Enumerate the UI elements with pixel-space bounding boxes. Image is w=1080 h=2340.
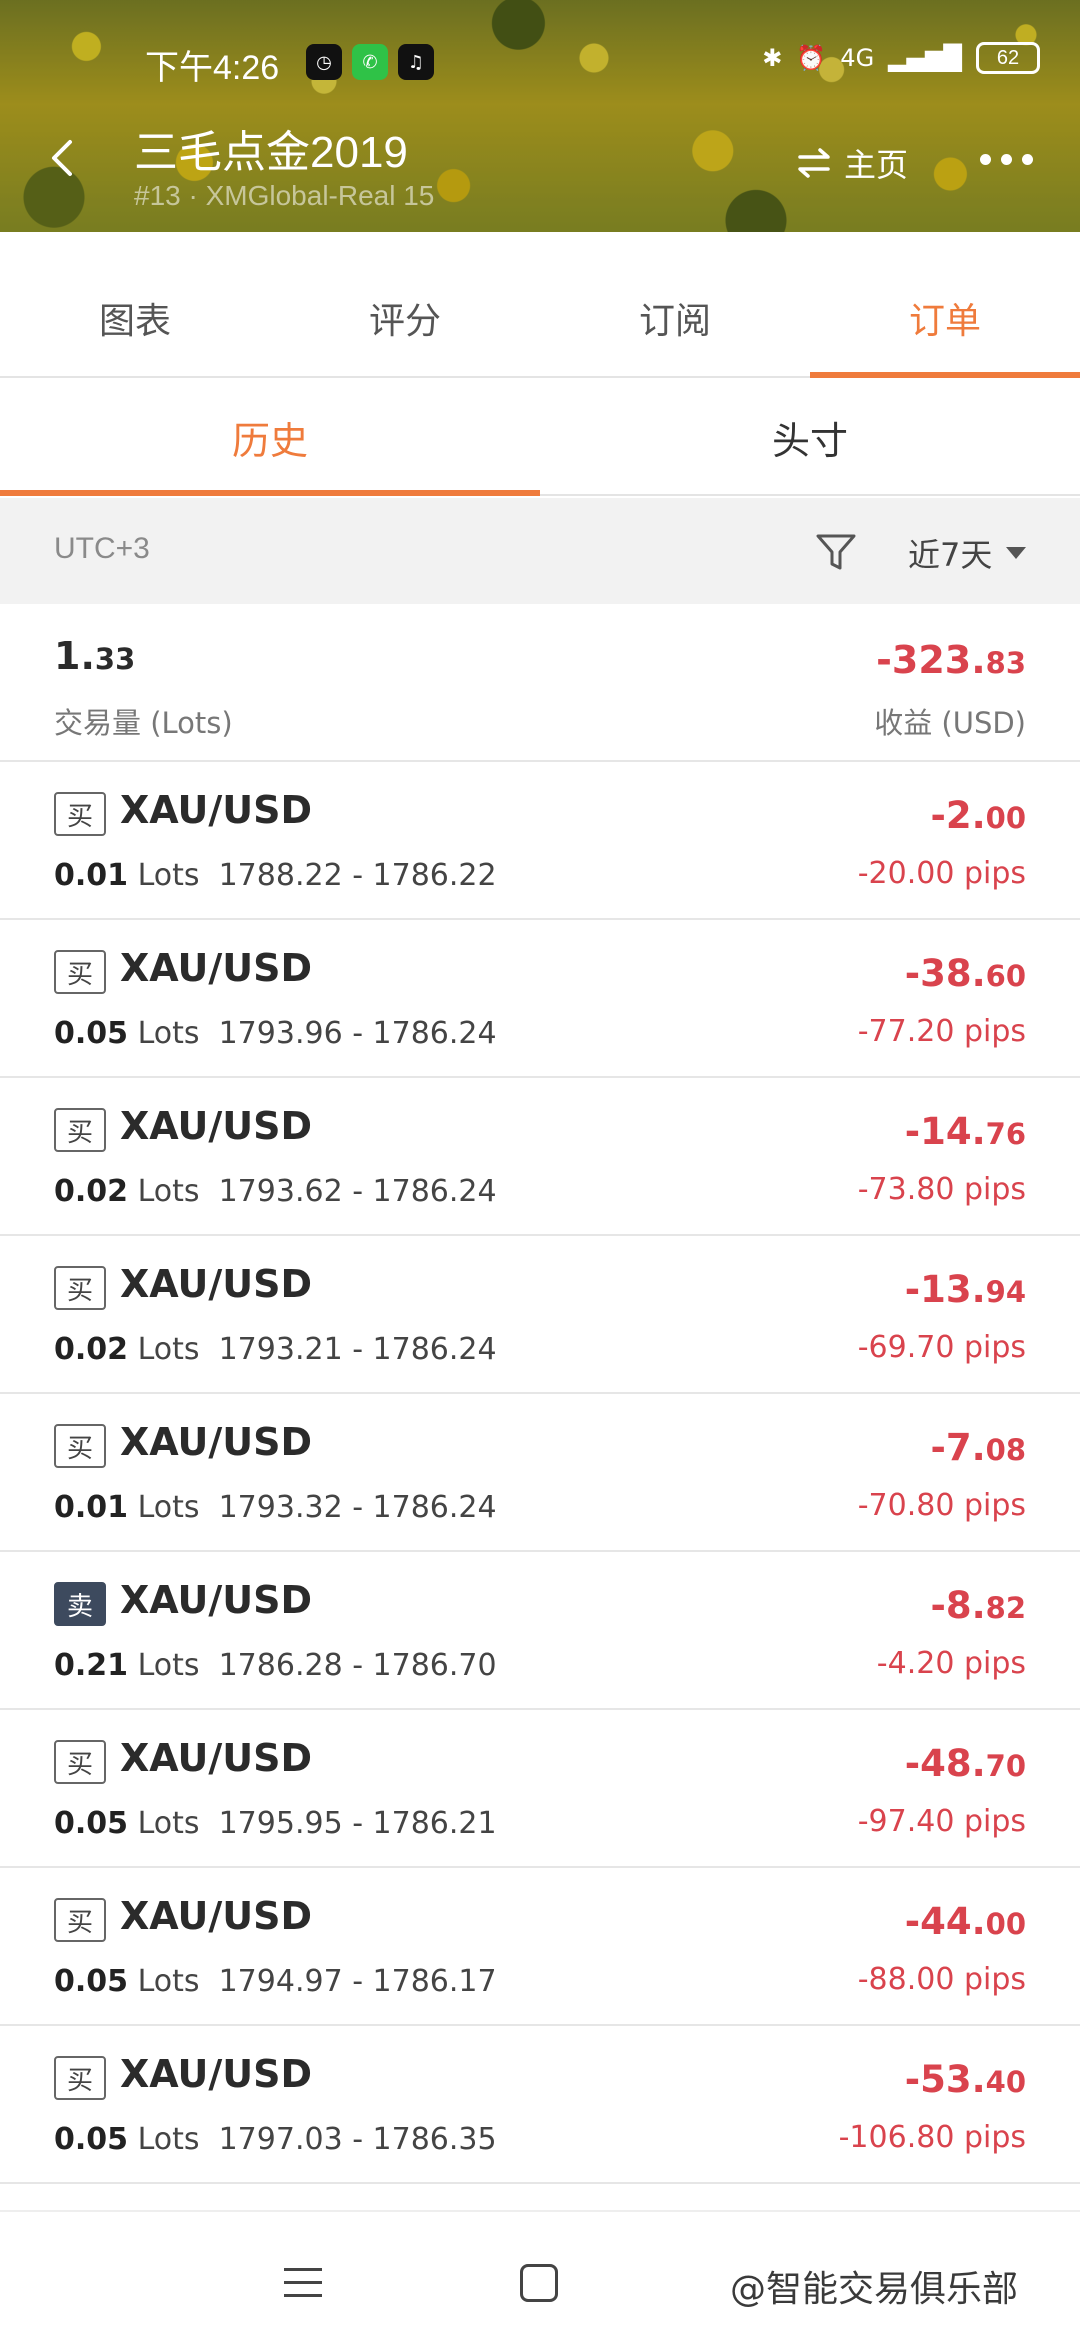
profit-label: 收益 (USD) xyxy=(874,706,1026,740)
home-square-icon[interactable] xyxy=(520,2264,558,2302)
bluetooth-icon: ✱ xyxy=(762,44,783,72)
order-pips: -70.80 pips xyxy=(857,1488,1026,1523)
status-bar: 下午4:26 ◷ ✆ ♫ ✱ ⏰ 4G ▂▄▆█ 62 xyxy=(0,38,1080,88)
battery-icon: 62 xyxy=(976,42,1040,74)
order-pips: -88.00 pips xyxy=(857,1962,1026,1997)
tab-chart[interactable]: 图表 xyxy=(0,232,270,376)
order-profit: -38.60 xyxy=(904,952,1026,995)
tab-positions[interactable]: 头寸 xyxy=(540,380,1080,494)
order-profit: -7.08 xyxy=(930,1426,1026,1469)
side-badge: 买 xyxy=(54,1424,106,1468)
tab-subscribe[interactable]: 订阅 xyxy=(540,232,810,376)
order-pips: -69.70 pips xyxy=(857,1330,1026,1365)
order-pips: -20.00 pips xyxy=(857,856,1026,891)
order-symbol: XAU/USD xyxy=(120,1736,313,1780)
order-symbol: XAU/USD xyxy=(120,788,313,832)
order-detail: 0.02 Lots 1793.62 - 1786.24 xyxy=(54,1174,497,1209)
period-label: 近7天 xyxy=(908,536,993,574)
total-profit: -323.83 xyxy=(876,638,1026,682)
order-row[interactable]: 买 XAU/USD 0.02 Lots 1793.62 - 1786.24 -1… xyxy=(0,1078,1080,1236)
order-detail: 0.01 Lots 1793.32 - 1786.24 xyxy=(54,1490,497,1525)
side-badge: 买 xyxy=(54,792,106,836)
order-row[interactable]: 买 XAU/USD 0.05 Lots 1793.96 - 1786.24 -3… xyxy=(0,920,1080,1078)
dropdown-caret-icon xyxy=(1006,547,1027,559)
order-detail: 0.05 Lots 1795.95 - 1786.21 xyxy=(54,1806,497,1841)
tab-orders[interactable]: 订单 xyxy=(810,232,1080,378)
menu-icon[interactable] xyxy=(284,2268,322,2298)
app-notification-icon: ◷ xyxy=(306,44,342,80)
audio-app-icon: ♫ xyxy=(398,44,434,80)
order-pips: -4.20 pips xyxy=(876,1646,1026,1681)
order-profit: -48.70 xyxy=(904,1742,1026,1785)
order-row[interactable]: 买 XAU/USD 0.05 Lots 1794.97 - 1786.17 -4… xyxy=(0,1868,1080,2026)
order-profit: -14.76 xyxy=(904,1110,1026,1153)
side-badge: 买 xyxy=(54,1740,106,1784)
order-symbol: XAU/USD xyxy=(120,1262,313,1306)
account-subtitle: #13 · XMGlobal-Real 15 xyxy=(134,180,435,211)
side-badge: 买 xyxy=(54,1266,106,1310)
order-profit: -2.00 xyxy=(930,794,1026,837)
order-pips: -106.80 pips xyxy=(838,2120,1026,2155)
main-tabs: 图表 评分 订阅 订单 xyxy=(0,232,1080,378)
wechat-icon: ✆ xyxy=(352,44,388,80)
order-row[interactable]: 买 XAU/USD 0.02 Lots 1793.21 - 1786.24 -1… xyxy=(0,1236,1080,1394)
order-profit: -44.00 xyxy=(904,1900,1026,1943)
order-pips: -73.80 pips xyxy=(857,1172,1026,1207)
summary-row: 1.33 交易量 (Lots) -323.83 收益 (USD) xyxy=(0,606,1080,762)
status-indicators: ✱ ⏰ 4G ▂▄▆█ 62 xyxy=(762,42,1040,74)
side-badge: 买 xyxy=(54,1108,106,1152)
order-symbol: XAU/USD xyxy=(120,1104,313,1148)
home-label: 主页 xyxy=(844,146,909,184)
filter-bar: UTC+3 近7天 xyxy=(0,498,1080,604)
side-badge: 卖 xyxy=(54,1582,106,1626)
tab-rating[interactable]: 评分 xyxy=(270,232,540,376)
order-symbol: XAU/USD xyxy=(120,946,313,990)
order-detail: 0.21 Lots 1786.28 - 1786.70 xyxy=(54,1648,497,1683)
order-symbol: XAU/USD xyxy=(120,1420,313,1464)
order-detail: 0.01 Lots 1788.22 - 1786.22 xyxy=(54,858,497,893)
timezone-label: UTC+3 xyxy=(54,532,150,565)
page-title: 三毛点金2019 xyxy=(134,128,408,177)
side-badge: 买 xyxy=(54,950,106,994)
order-detail: 0.02 Lots 1793.21 - 1786.24 xyxy=(54,1332,497,1367)
watermark: @智能交易俱乐部 xyxy=(730,2269,1019,2310)
order-row[interactable]: 买 XAU/USD 0.01 Lots 1788.22 - 1786.22 -2… xyxy=(0,762,1080,920)
home-button[interactable]: 主页 xyxy=(796,140,908,186)
switch-icon xyxy=(798,148,830,178)
order-row[interactable]: 买 XAU/USD 0.01 Lots 1793.32 - 1786.24 -7… xyxy=(0,1394,1080,1552)
order-profit: -8.82 xyxy=(930,1584,1026,1627)
filter-icon[interactable] xyxy=(814,530,858,574)
more-icon[interactable] xyxy=(980,154,1033,165)
order-profit: -53.40 xyxy=(904,2058,1026,2101)
order-profit: -13.94 xyxy=(904,1268,1026,1311)
order-row[interactable]: 买 XAU/USD 0.05 Lots 1795.95 - 1786.21 -4… xyxy=(0,1710,1080,1868)
alarm-icon: ⏰ xyxy=(796,44,827,72)
order-pips: -97.40 pips xyxy=(857,1804,1026,1839)
side-badge: 买 xyxy=(54,1898,106,1942)
order-pips: -77.20 pips xyxy=(857,1014,1026,1049)
order-symbol: XAU/USD xyxy=(120,1894,313,1938)
back-arrow-icon[interactable] xyxy=(44,138,84,178)
system-nav-bar: @智能交易俱乐部 xyxy=(0,2210,1080,2340)
total-volume: 1.33 xyxy=(54,634,136,678)
order-detail: 0.05 Lots 1797.03 - 1786.35 xyxy=(54,2122,497,2157)
status-app-icons: ◷ ✆ ♫ xyxy=(306,44,434,80)
signal-icon: ▂▄▆█ xyxy=(888,44,962,72)
order-detail: 0.05 Lots 1794.97 - 1786.17 xyxy=(54,1964,497,1999)
status-time: 下午4:26 xyxy=(145,49,280,87)
side-badge: 买 xyxy=(54,2056,106,2100)
header-banner: 下午4:26 ◷ ✆ ♫ ✱ ⏰ 4G ▂▄▆█ 62 三毛点金2019 #13… xyxy=(0,0,1080,232)
sub-tabs: 历史 头寸 xyxy=(0,380,1080,496)
period-dropdown[interactable]: 近7天 xyxy=(908,530,1027,576)
network-type: 4G xyxy=(840,44,875,72)
order-detail: 0.05 Lots 1793.96 - 1786.24 xyxy=(54,1016,497,1051)
order-symbol: XAU/USD xyxy=(120,2052,313,2096)
volume-label: 交易量 (Lots) xyxy=(54,706,233,740)
tab-history[interactable]: 历史 xyxy=(0,380,540,496)
title-bar: 三毛点金2019 #13 · XMGlobal-Real 15 主页 xyxy=(0,110,1080,211)
order-row[interactable]: 卖 XAU/USD 0.21 Lots 1786.28 - 1786.70 -8… xyxy=(0,1552,1080,1710)
order-list: 买 XAU/USD 0.01 Lots 1788.22 - 1786.22 -2… xyxy=(0,762,1080,2184)
order-symbol: XAU/USD xyxy=(120,1578,313,1622)
order-row[interactable]: 买 XAU/USD 0.05 Lots 1797.03 - 1786.35 -5… xyxy=(0,2026,1080,2184)
